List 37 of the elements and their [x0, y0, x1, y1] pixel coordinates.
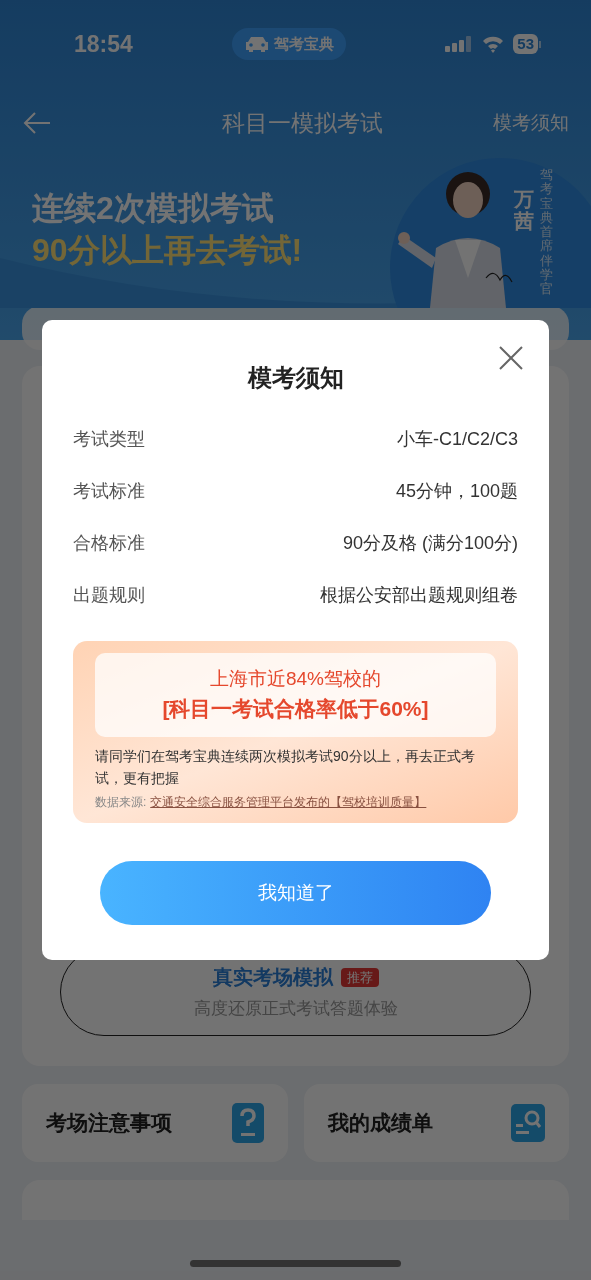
- page-title: 科目一模拟考试: [222, 108, 383, 138]
- recommend-badge: 推荐: [340, 967, 379, 987]
- ambassador-caption: 驾考宝典首席伴学官: [540, 168, 553, 297]
- shortcut-label: 我的成绩单: [327, 1110, 433, 1137]
- ok-button[interactable]: 我知道了: [100, 861, 491, 925]
- source-link[interactable]: 交通安全综合服务管理平台发布的【驾校培训质量】: [150, 793, 427, 811]
- question-icon: [231, 1103, 264, 1143]
- notice-text: 请同学们在驾考宝典连续两次模拟考试90分以上，再去正式考试，更有把握: [95, 747, 476, 788]
- notice-headline: 上海市近84%驾校的: [210, 667, 381, 691]
- shortcut-label: 考场注意事项: [46, 1110, 172, 1137]
- car-icon: [244, 35, 271, 53]
- info-value: 小车-C1/C2/C3: [396, 428, 518, 451]
- app-name: 驾考宝典: [274, 33, 335, 54]
- status-time: 18:54: [74, 29, 133, 59]
- info-value: 90分及格 (满分100分): [342, 532, 518, 555]
- info-label: 出题规则: [73, 584, 145, 607]
- info-label: 合格标准: [73, 532, 145, 555]
- banner-headline: 连续2次模拟考试: [32, 189, 274, 228]
- signal-icon: [445, 36, 474, 52]
- info-label: 考试类型: [73, 428, 145, 451]
- info-value: 根据公安部出题规则组卷: [320, 584, 518, 607]
- wifi-icon: [481, 35, 506, 53]
- shortcut-card[interactable]: 我的成绩单: [303, 1084, 569, 1162]
- close-icon[interactable]: [499, 346, 523, 370]
- dialog-title: 模考须知: [247, 363, 344, 393]
- ambassador-name: 万茜: [514, 188, 534, 232]
- info-label: 考试标准: [73, 480, 145, 503]
- notice-link[interactable]: 模考须知: [493, 108, 569, 138]
- report-search-icon: [511, 1104, 545, 1142]
- info-value: 45分钟，100题: [395, 480, 518, 503]
- back-arrow-icon[interactable]: [22, 111, 52, 135]
- source-label: 数据来源:: [95, 794, 147, 811]
- battery-icon: 53: [513, 34, 541, 54]
- notice-headline: [科目一考试合格率低于60%]: [162, 696, 429, 722]
- shortcut-card[interactable]: 考场注意事项: [22, 1084, 288, 1162]
- real-exam-title: 真实考场模拟: [212, 965, 333, 991]
- banner-headline: 90分以上再去考试!: [32, 231, 303, 270]
